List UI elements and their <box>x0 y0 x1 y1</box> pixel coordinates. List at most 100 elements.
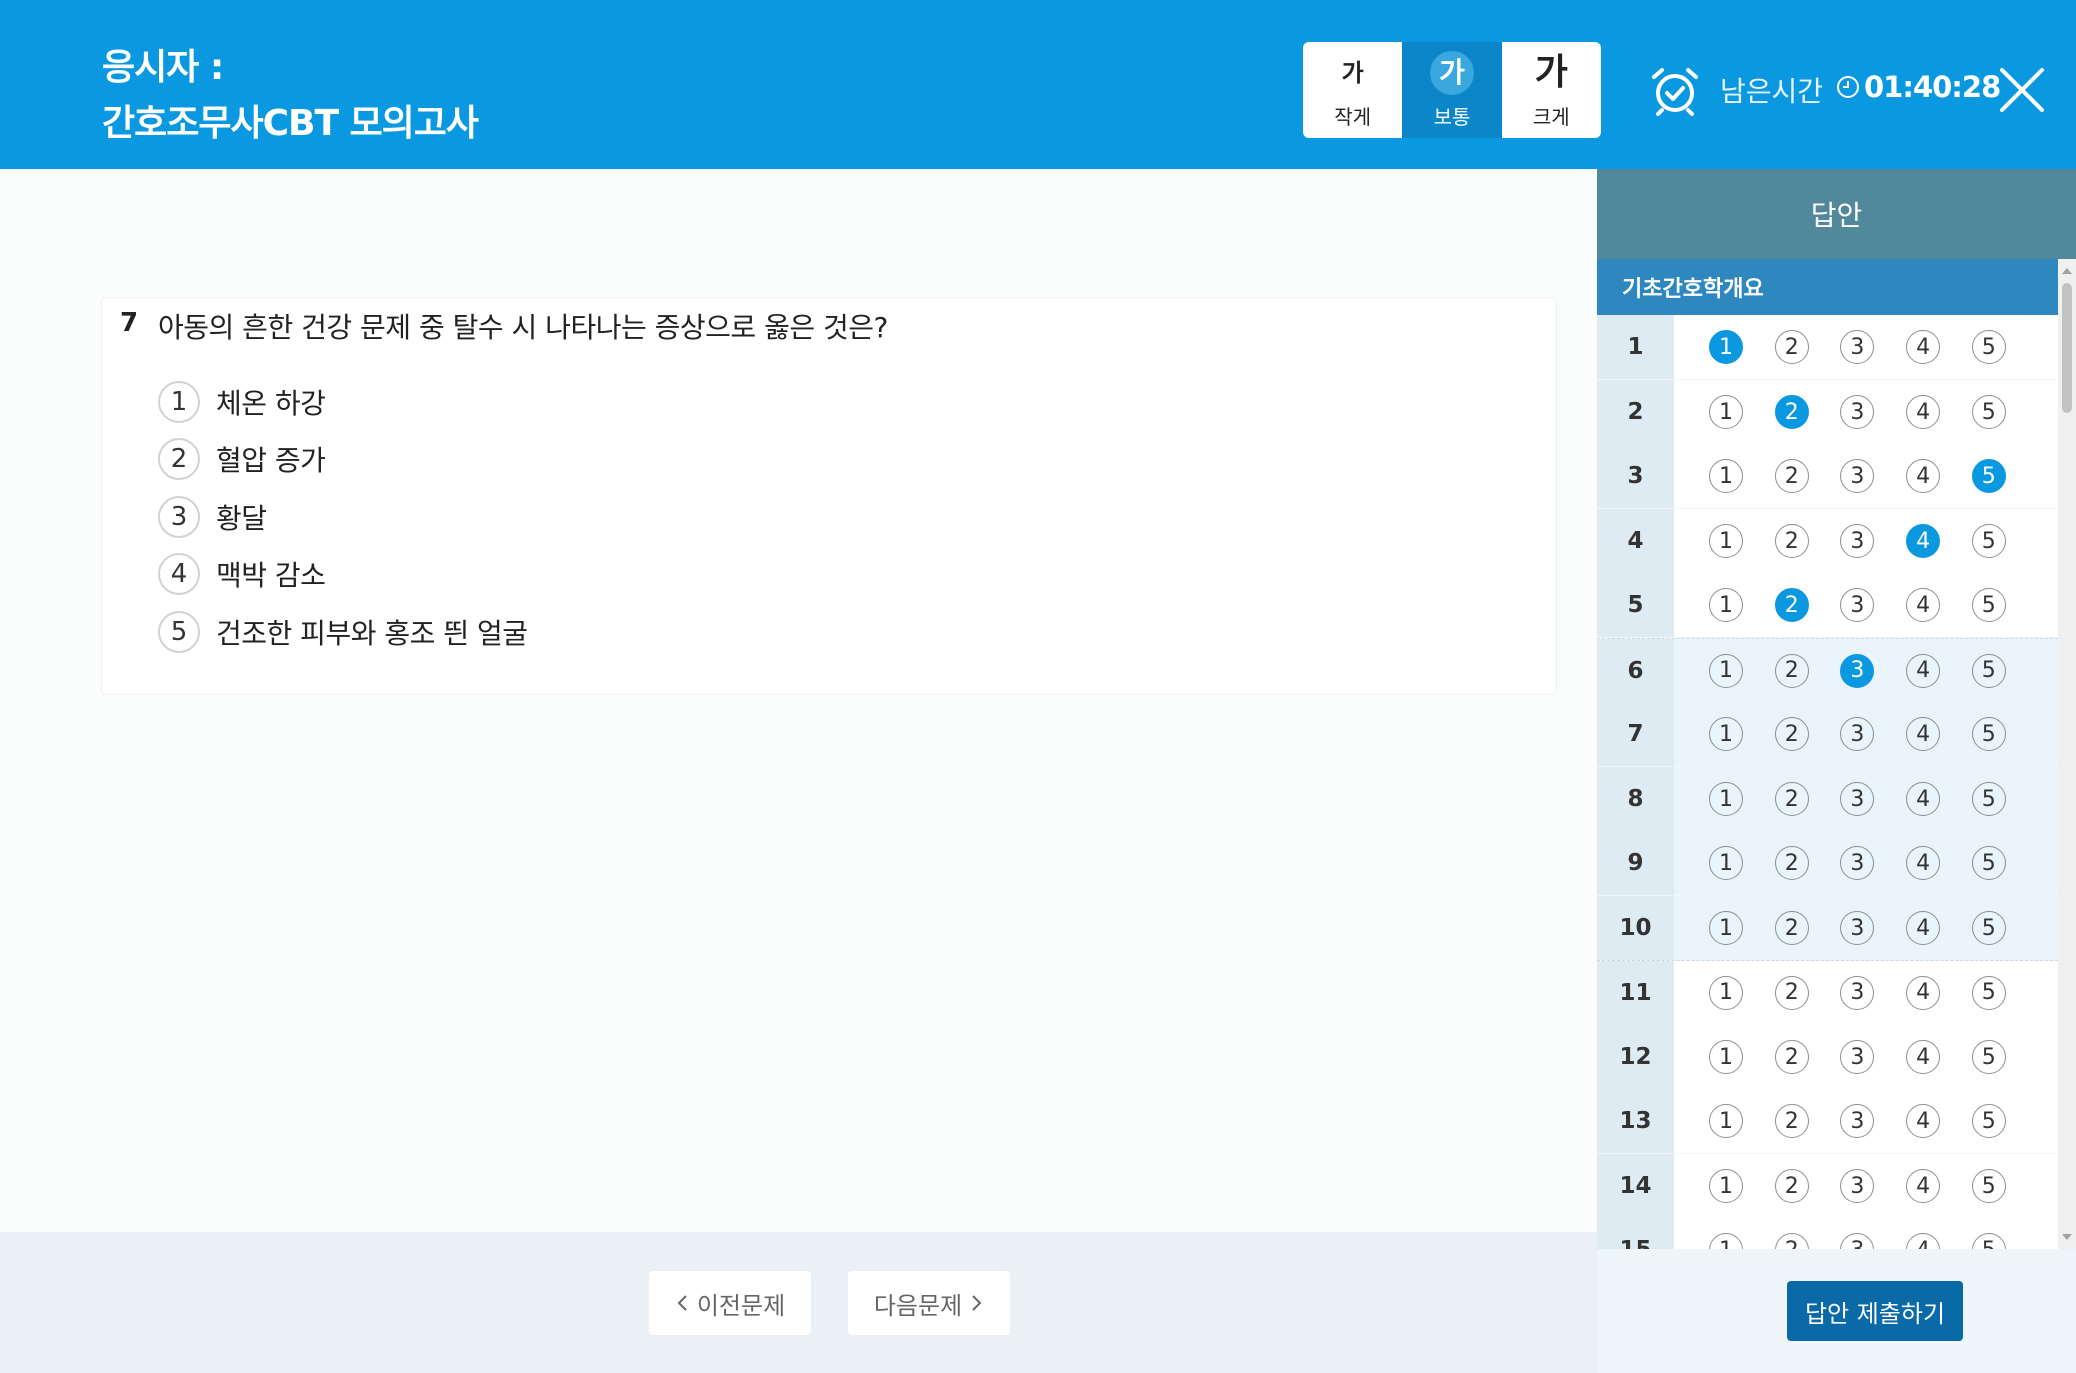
answer-bubble[interactable]: 1 <box>1709 459 1743 493</box>
scrollbar-thumb[interactable] <box>2062 283 2072 413</box>
answer-bubble[interactable]: 4 <box>1906 1169 1941 1203</box>
answer-bubble[interactable]: 5 <box>1971 588 2006 622</box>
answer-bubble[interactable]: 5 <box>1971 653 2006 688</box>
answer-bubble[interactable]: 3 <box>1840 1104 1875 1138</box>
answer-bubble[interactable]: 1 <box>1709 717 1743 751</box>
answer-bubble[interactable]: 4 <box>1906 782 1941 816</box>
answer-bubble[interactable]: 3 <box>1840 975 1875 1010</box>
answer-row-number[interactable]: 7 <box>1597 702 1674 766</box>
answer-bubble[interactable]: 2 <box>1774 330 1809 364</box>
answer-bubble[interactable]: 1 <box>1709 330 1743 364</box>
scroll-down-arrow-icon[interactable] <box>2061 1231 2073 1243</box>
answer-bubble[interactable]: 3 <box>1840 459 1875 493</box>
answer-bubble[interactable]: 5 <box>1971 524 2006 558</box>
answer-bubble[interactable]: 2 <box>1774 1233 1809 1249</box>
answer-bubble[interactable]: 1 <box>1709 588 1743 622</box>
answer-bubble[interactable]: 3 <box>1840 1233 1875 1249</box>
answer-bubble[interactable]: 2 <box>1774 588 1809 622</box>
answer-row-number[interactable]: 11 <box>1597 960 1674 1025</box>
answer-bubble[interactable]: 2 <box>1774 975 1809 1010</box>
answer-row-number[interactable]: 2 <box>1597 380 1674 444</box>
answer-bubble[interactable]: 2 <box>1774 1040 1809 1074</box>
answer-bubble[interactable]: 5 <box>1971 975 2006 1010</box>
answer-row-number[interactable]: 6 <box>1597 638 1674 703</box>
answer-bubble[interactable]: 5 <box>1971 1104 2006 1138</box>
answer-row-number[interactable]: 15 <box>1597 1218 1674 1249</box>
answer-scrollbar[interactable] <box>2058 259 2076 1249</box>
choice-2[interactable]: 2 혈압 증가 <box>158 438 326 480</box>
answer-bubble[interactable]: 3 <box>1840 1169 1875 1203</box>
answer-bubble[interactable]: 4 <box>1906 524 1941 558</box>
answer-row-number[interactable]: 13 <box>1597 1089 1674 1153</box>
answer-bubble[interactable]: 2 <box>1774 717 1809 751</box>
answer-bubble[interactable]: 2 <box>1774 653 1809 688</box>
answer-bubble[interactable]: 2 <box>1774 911 1809 945</box>
answer-bubble[interactable]: 1 <box>1709 975 1743 1010</box>
answer-bubble[interactable]: 4 <box>1906 653 1941 688</box>
answer-bubble[interactable]: 3 <box>1840 395 1875 429</box>
answer-row-number[interactable]: 1 <box>1597 315 1674 379</box>
answer-bubble[interactable]: 1 <box>1709 1040 1743 1074</box>
answer-bubble[interactable]: 4 <box>1906 1233 1941 1249</box>
close-icon[interactable] <box>1998 66 2046 114</box>
answer-bubble[interactable]: 2 <box>1774 524 1809 558</box>
answer-bubble[interactable]: 1 <box>1709 1169 1743 1203</box>
answer-bubble[interactable]: 1 <box>1709 782 1743 816</box>
answer-bubble[interactable]: 2 <box>1774 1104 1809 1138</box>
answer-row-number[interactable]: 4 <box>1597 509 1674 573</box>
choice-4[interactable]: 4 맥박 감소 <box>158 553 326 595</box>
answer-bubble[interactable]: 2 <box>1774 459 1809 493</box>
answer-row-number[interactable]: 10 <box>1597 896 1674 960</box>
choice-3[interactable]: 3 황달 <box>158 496 267 538</box>
answer-bubble[interactable]: 3 <box>1840 782 1875 816</box>
answer-bubble[interactable]: 5 <box>1971 330 2006 364</box>
answer-bubble[interactable]: 1 <box>1709 395 1743 429</box>
answer-row-number[interactable]: 5 <box>1597 573 1674 637</box>
answer-bubble[interactable]: 1 <box>1709 653 1743 688</box>
answer-bubble[interactable]: 5 <box>1971 782 2006 816</box>
answer-bubble[interactable]: 3 <box>1840 911 1875 945</box>
answer-bubble[interactable]: 4 <box>1906 459 1941 493</box>
answer-bubble[interactable]: 4 <box>1906 588 1941 622</box>
answer-bubble[interactable]: 2 <box>1774 846 1809 880</box>
answer-bubble[interactable]: 1 <box>1709 911 1743 945</box>
choice-1[interactable]: 1 체온 하강 <box>158 381 326 423</box>
answer-bubble[interactable]: 5 <box>1971 395 2006 429</box>
answer-bubble[interactable]: 3 <box>1840 588 1875 622</box>
answer-row-number[interactable]: 8 <box>1597 767 1674 831</box>
answer-bubble[interactable]: 3 <box>1840 653 1875 688</box>
answer-bubble[interactable]: 1 <box>1709 524 1743 558</box>
answer-bubble[interactable]: 5 <box>1971 1040 2006 1074</box>
answer-bubble[interactable]: 4 <box>1906 846 1941 880</box>
answer-bubble[interactable]: 3 <box>1840 524 1875 558</box>
answer-bubble[interactable]: 4 <box>1906 911 1941 945</box>
answer-bubble[interactable]: 4 <box>1906 1104 1941 1138</box>
answer-bubble[interactable]: 1 <box>1709 1104 1743 1138</box>
submit-answers-button[interactable]: 답안 제출하기 <box>1787 1281 1963 1341</box>
prev-question-button[interactable]: 이전문제 <box>649 1271 811 1335</box>
answer-row-number[interactable]: 12 <box>1597 1025 1674 1089</box>
font-size-large-button[interactable]: 가 크게 <box>1501 42 1601 138</box>
answer-bubble[interactable]: 4 <box>1906 975 1941 1010</box>
answer-row-number[interactable]: 9 <box>1597 831 1674 895</box>
answer-bubble[interactable]: 5 <box>1971 911 2006 945</box>
answer-bubble[interactable]: 2 <box>1774 1169 1809 1203</box>
answer-bubble[interactable]: 5 <box>1971 1233 2006 1249</box>
font-size-medium-button[interactable]: 가 보통 <box>1402 42 1502 138</box>
answer-bubble[interactable]: 3 <box>1840 330 1875 364</box>
scroll-up-arrow-icon[interactable] <box>2061 265 2073 277</box>
answer-bubble[interactable]: 1 <box>1709 846 1743 880</box>
answer-bubble[interactable]: 4 <box>1906 395 1941 429</box>
font-size-small-button[interactable]: 가 작게 <box>1303 42 1403 138</box>
answer-bubble[interactable]: 5 <box>1971 717 2006 751</box>
answer-bubble[interactable]: 2 <box>1774 782 1809 816</box>
answer-bubble[interactable]: 1 <box>1709 1233 1743 1249</box>
answer-bubble[interactable]: 2 <box>1774 395 1809 429</box>
answer-bubble[interactable]: 5 <box>1971 459 2006 493</box>
answer-bubble[interactable]: 5 <box>1971 846 2006 880</box>
answer-bubble[interactable]: 4 <box>1906 717 1941 751</box>
answer-bubble[interactable]: 4 <box>1906 1040 1941 1074</box>
answer-bubble[interactable]: 5 <box>1971 1169 2006 1203</box>
choice-5[interactable]: 5 건조한 피부와 홍조 띈 얼굴 <box>158 611 528 653</box>
answer-bubble[interactable]: 3 <box>1840 717 1875 751</box>
